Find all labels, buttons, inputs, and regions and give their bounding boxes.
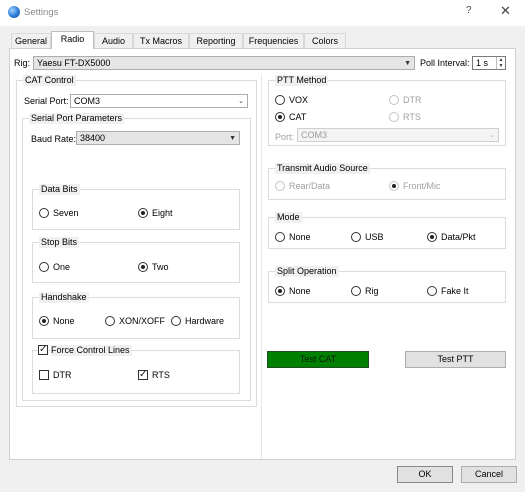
spin-down-icon[interactable]: ▼: [496, 63, 505, 69]
app-icon: [8, 6, 20, 18]
tab-frequencies[interactable]: Frequencies: [243, 33, 304, 48]
rig-label: Rig:: [14, 58, 31, 68]
test-cat-button[interactable]: Test CAT: [267, 351, 369, 368]
ptt-dtr-radio[interactable]: [389, 95, 399, 105]
help-button[interactable]: ?: [466, 5, 472, 16]
tab-tx-macros[interactable]: Tx Macros: [133, 33, 189, 48]
handshake-hardware-radio[interactable]: [171, 316, 181, 326]
ptt-rts-radio[interactable]: [389, 112, 399, 122]
test-ptt-button[interactable]: Test PTT: [405, 351, 506, 368]
serial-port-parameters-title: Serial Port Parameters: [29, 113, 125, 124]
tab-radio[interactable]: Radio: [51, 31, 94, 49]
mode-title: Mode: [275, 212, 302, 223]
chevron-down-icon: ▼: [229, 135, 236, 142]
data-bits-seven-radio[interactable]: [39, 208, 49, 218]
split-rig-radio[interactable]: [351, 286, 361, 296]
handshake-hardware-label: Hardware: [185, 316, 225, 326]
rig-value: Yaesu FT-DX5000: [37, 58, 111, 68]
title-bar: [0, 0, 525, 26]
cat-control-title: CAT Control: [23, 75, 76, 86]
split-none-label: None: [289, 286, 311, 296]
transmit-audio-source-title: Transmit Audio Source: [275, 163, 370, 174]
split-none-radio[interactable]: [275, 286, 285, 296]
stop-bits-title: Stop Bits: [39, 237, 80, 248]
handshake-xonxoff-label: XON/XOFF: [119, 316, 166, 326]
column-divider: [261, 74, 262, 459]
rts-checkbox[interactable]: [138, 369, 148, 380]
tab-colors[interactable]: Colors: [304, 33, 346, 48]
handshake-none-label: None: [53, 316, 75, 326]
poll-interval-value: 1 s: [476, 58, 489, 68]
poll-interval-label: Poll Interval:: [420, 58, 470, 68]
tab-audio[interactable]: Audio: [94, 33, 133, 48]
ptt-rts-label: RTS: [403, 112, 421, 122]
chevron-down-icon: ⌄: [489, 132, 495, 139]
dtr-label: DTR: [53, 370, 72, 380]
stop-bits-one-radio[interactable]: [39, 262, 49, 272]
audio-rear-data-label: Rear/Data: [289, 181, 331, 191]
mode-data-pkt-radio[interactable]: [427, 232, 437, 242]
poll-interval-spinbox[interactable]: 1 s ▲ ▼: [472, 56, 506, 70]
baud-rate-value: 38400: [80, 133, 106, 143]
mode-usb-label: USB: [365, 232, 384, 242]
rts-label: RTS: [152, 370, 170, 380]
audio-rear-data-radio[interactable]: [275, 181, 285, 191]
ptt-port-label: Port:: [275, 132, 295, 142]
split-fake-it-label: Fake It: [441, 286, 469, 296]
force-control-lines-label: Force Control Lines: [51, 345, 132, 356]
mode-data-pkt-label: Data/Pkt: [441, 232, 476, 242]
ptt-port-value: COM3: [301, 130, 328, 140]
audio-front-mic-radio[interactable]: [389, 181, 399, 191]
stop-bits-two-label: Two: [152, 262, 169, 272]
baud-rate-label: Baud Rate:: [31, 134, 77, 144]
ptt-cat-label: CAT: [289, 112, 307, 122]
ptt-vox-label: VOX: [289, 95, 309, 105]
ptt-vox-radio[interactable]: [275, 95, 285, 105]
split-operation-title: Split Operation: [275, 266, 339, 277]
ptt-cat-radio[interactable]: [275, 112, 285, 122]
mode-none-label: None: [289, 232, 311, 242]
mode-usb-radio[interactable]: [351, 232, 361, 242]
tab-reporting[interactable]: Reporting: [189, 33, 243, 48]
force-control-lines-checkbox[interactable]: [38, 344, 48, 355]
close-button[interactable]: ✕: [500, 3, 511, 19]
handshake-title: Handshake: [39, 292, 89, 303]
chevron-down-icon: ▼: [404, 60, 411, 67]
handshake-xonxoff-radio[interactable]: [105, 316, 115, 326]
ptt-method-title: PTT Method: [275, 75, 329, 86]
data-bits-eight-label: Eight: [152, 208, 173, 218]
stop-bits-two-radio[interactable]: [138, 262, 148, 272]
data-bits-seven-label: Seven: [53, 208, 79, 218]
ptt-port-select[interactable]: COM3 ⌄: [297, 128, 499, 142]
window-title: Settings: [24, 7, 59, 18]
serial-port-select[interactable]: COM3 ⌄: [70, 94, 248, 108]
split-fake-it-radio[interactable]: [427, 286, 437, 296]
handshake-none-radio[interactable]: [39, 316, 49, 326]
cancel-button[interactable]: Cancel: [461, 466, 517, 483]
data-bits-title: Data Bits: [39, 184, 80, 195]
chevron-down-icon: ⌄: [238, 98, 244, 105]
tab-general[interactable]: General: [11, 33, 51, 48]
baud-rate-select[interactable]: 38400 ▼: [76, 131, 240, 145]
split-rig-label: Rig: [365, 286, 379, 296]
mode-none-radio[interactable]: [275, 232, 285, 242]
audio-front-mic-label: Front/Mic: [403, 181, 441, 191]
serial-port-value: COM3: [74, 96, 101, 106]
data-bits-eight-radio[interactable]: [138, 208, 148, 218]
ok-button[interactable]: OK: [397, 466, 453, 483]
dtr-checkbox[interactable]: [39, 370, 49, 380]
ptt-dtr-label: DTR: [403, 95, 422, 105]
serial-port-label: Serial Port:: [24, 96, 69, 106]
stop-bits-one-label: One: [53, 262, 71, 272]
rig-select[interactable]: Yaesu FT-DX5000 ▼: [33, 56, 415, 70]
